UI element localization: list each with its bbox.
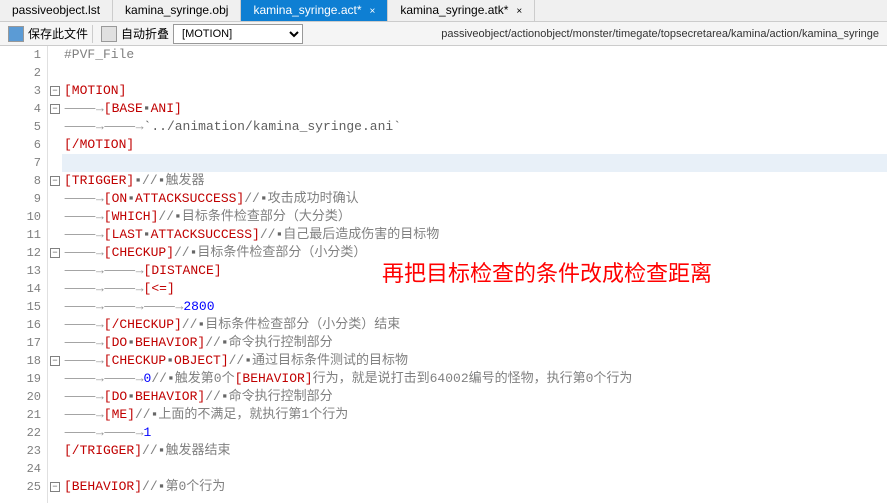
close-icon[interactable]: ×	[516, 6, 522, 17]
fold-toggle[interactable]: −	[50, 356, 60, 366]
fold-toggle[interactable]: −	[50, 86, 60, 96]
code-editor[interactable]: 1234567891011121314151617181920212223242…	[0, 46, 887, 503]
code-area[interactable]: 再把目标检查的条件改成检查距离 #PVF_File [MOTION] ⸻→[BA…	[62, 46, 887, 503]
tab-act[interactable]: kamina_syringe.act*×	[241, 0, 388, 21]
tag: [/MOTION]	[64, 137, 134, 152]
autofold-label: 自动折叠	[121, 25, 169, 42]
fold-toggle[interactable]: −	[50, 104, 60, 114]
tag: [MOTION]	[64, 83, 126, 98]
line-numbers: 1234567891011121314151617181920212223242…	[0, 46, 48, 503]
tab-bar: passiveobject.lst kamina_syringe.obj kam…	[0, 0, 887, 22]
save-icon[interactable]	[8, 26, 24, 42]
fold-toggle[interactable]: −	[50, 176, 60, 186]
section-dropdown[interactable]: [MOTION]	[173, 24, 303, 44]
fold-column: − − − − − −	[48, 46, 62, 503]
fold-toggle[interactable]: −	[50, 248, 60, 258]
tool-icon[interactable]	[101, 26, 117, 42]
close-icon[interactable]: ×	[370, 6, 376, 17]
code-text: `../animation/kamina_syringe.ani`	[144, 119, 401, 134]
save-label: 保存此文件	[28, 25, 88, 42]
code-text: #PVF_File	[64, 47, 134, 62]
toolbar: 保存此文件 自动折叠 [MOTION] passiveobject/action…	[0, 22, 887, 46]
file-path: passiveobject/actionobject/monster/timeg…	[441, 28, 883, 40]
tab-obj[interactable]: kamina_syringe.obj	[113, 0, 241, 21]
separator	[92, 25, 93, 43]
fold-toggle[interactable]: −	[50, 482, 60, 492]
tab-passiveobject[interactable]: passiveobject.lst	[0, 0, 113, 21]
tab-atk[interactable]: kamina_syringe.atk*×	[388, 0, 535, 21]
